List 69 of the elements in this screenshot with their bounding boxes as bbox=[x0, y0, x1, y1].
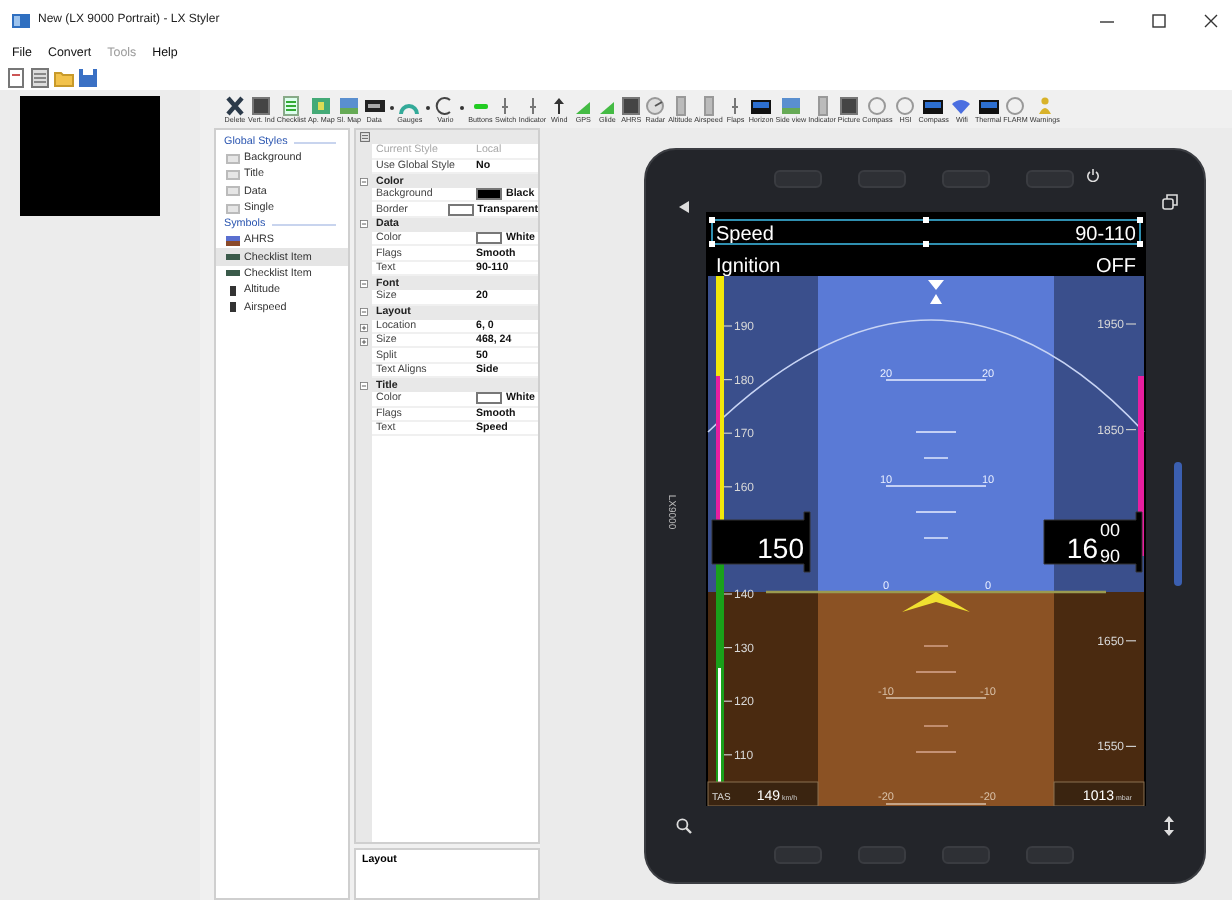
zoom-icon[interactable] bbox=[676, 818, 692, 834]
map-icon bbox=[310, 96, 333, 116]
landscape-icon bbox=[337, 96, 360, 116]
cross-icon bbox=[224, 96, 246, 116]
ring-icon bbox=[1004, 96, 1027, 116]
altitude-main: 16 bbox=[1066, 532, 1098, 564]
pitch-line bbox=[923, 725, 949, 727]
speed-readout-box bbox=[711, 511, 811, 573]
up-down-arrow-icon[interactable] bbox=[1164, 816, 1174, 836]
panel-icon bbox=[250, 96, 273, 116]
toolbar-button[interactable] bbox=[30, 67, 50, 87]
signal-bars-icon bbox=[572, 96, 595, 116]
toolbar-button[interactable] bbox=[78, 67, 98, 87]
bank-pointer-icon bbox=[928, 280, 944, 304]
pitch-line bbox=[915, 671, 957, 673]
left-triangle-icon[interactable] bbox=[678, 200, 690, 214]
altitude-lower: 90 bbox=[1100, 546, 1121, 566]
collapse-icon[interactable] bbox=[360, 279, 368, 288]
row-value: OFF bbox=[1096, 256, 1136, 278]
row-label: Speed bbox=[716, 224, 774, 246]
pitch-line bbox=[923, 457, 949, 459]
pitch-line bbox=[923, 645, 949, 647]
screen-icon bbox=[977, 96, 1000, 116]
power-icon[interactable] bbox=[1086, 168, 1100, 182]
pitch-line bbox=[915, 431, 957, 433]
toolbar-button[interactable] bbox=[54, 67, 74, 87]
bar-icon bbox=[226, 252, 240, 263]
pitch-line bbox=[923, 537, 949, 539]
pitch-line bbox=[885, 379, 987, 381]
bar-icon bbox=[226, 268, 240, 279]
radar-icon bbox=[644, 96, 667, 116]
document-grid-icon bbox=[30, 67, 50, 87]
collapse-icon[interactable] bbox=[360, 177, 368, 186]
current-speed: 150 bbox=[757, 532, 804, 564]
app-icon bbox=[12, 13, 30, 27]
ring-icon bbox=[866, 96, 889, 116]
screen-icon bbox=[750, 96, 773, 116]
expand-icon[interactable] bbox=[360, 323, 368, 331]
collapse-icon[interactable] bbox=[360, 220, 368, 229]
panel-icon bbox=[620, 96, 643, 116]
selection-frame[interactable] bbox=[709, 217, 1143, 247]
horizon-icon bbox=[226, 235, 240, 246]
pitch-line bbox=[885, 697, 987, 699]
sort-icon[interactable] bbox=[359, 132, 369, 143]
landscape-icon bbox=[779, 96, 802, 116]
row-label: Ignition bbox=[716, 256, 781, 278]
row-value: 90-110 bbox=[1075, 224, 1136, 246]
collapse-icon[interactable] bbox=[360, 308, 368, 317]
scroll-indicator bbox=[1174, 462, 1182, 586]
expand-icon[interactable] bbox=[360, 337, 368, 346]
wifi-icon bbox=[950, 96, 973, 116]
screen-icon bbox=[922, 96, 945, 116]
signal-bars-icon bbox=[596, 96, 619, 116]
pitch-line bbox=[915, 511, 957, 513]
pitch-line bbox=[885, 803, 987, 805]
display-icon bbox=[363, 96, 386, 116]
close-icon bbox=[1203, 13, 1217, 27]
list-icon bbox=[280, 96, 303, 116]
panel-icon bbox=[838, 96, 860, 116]
altitude-upper: 00 bbox=[1100, 520, 1121, 540]
collapse-icon[interactable] bbox=[360, 381, 368, 390]
preview-panel bbox=[20, 96, 160, 216]
copy-icon[interactable] bbox=[1162, 194, 1178, 210]
person-icon bbox=[1033, 96, 1056, 116]
maximize-icon bbox=[1151, 13, 1165, 27]
toolbar-button[interactable] bbox=[6, 67, 26, 87]
pitch-line bbox=[915, 751, 957, 753]
ring-icon bbox=[894, 96, 917, 116]
pitch-line bbox=[885, 485, 987, 487]
